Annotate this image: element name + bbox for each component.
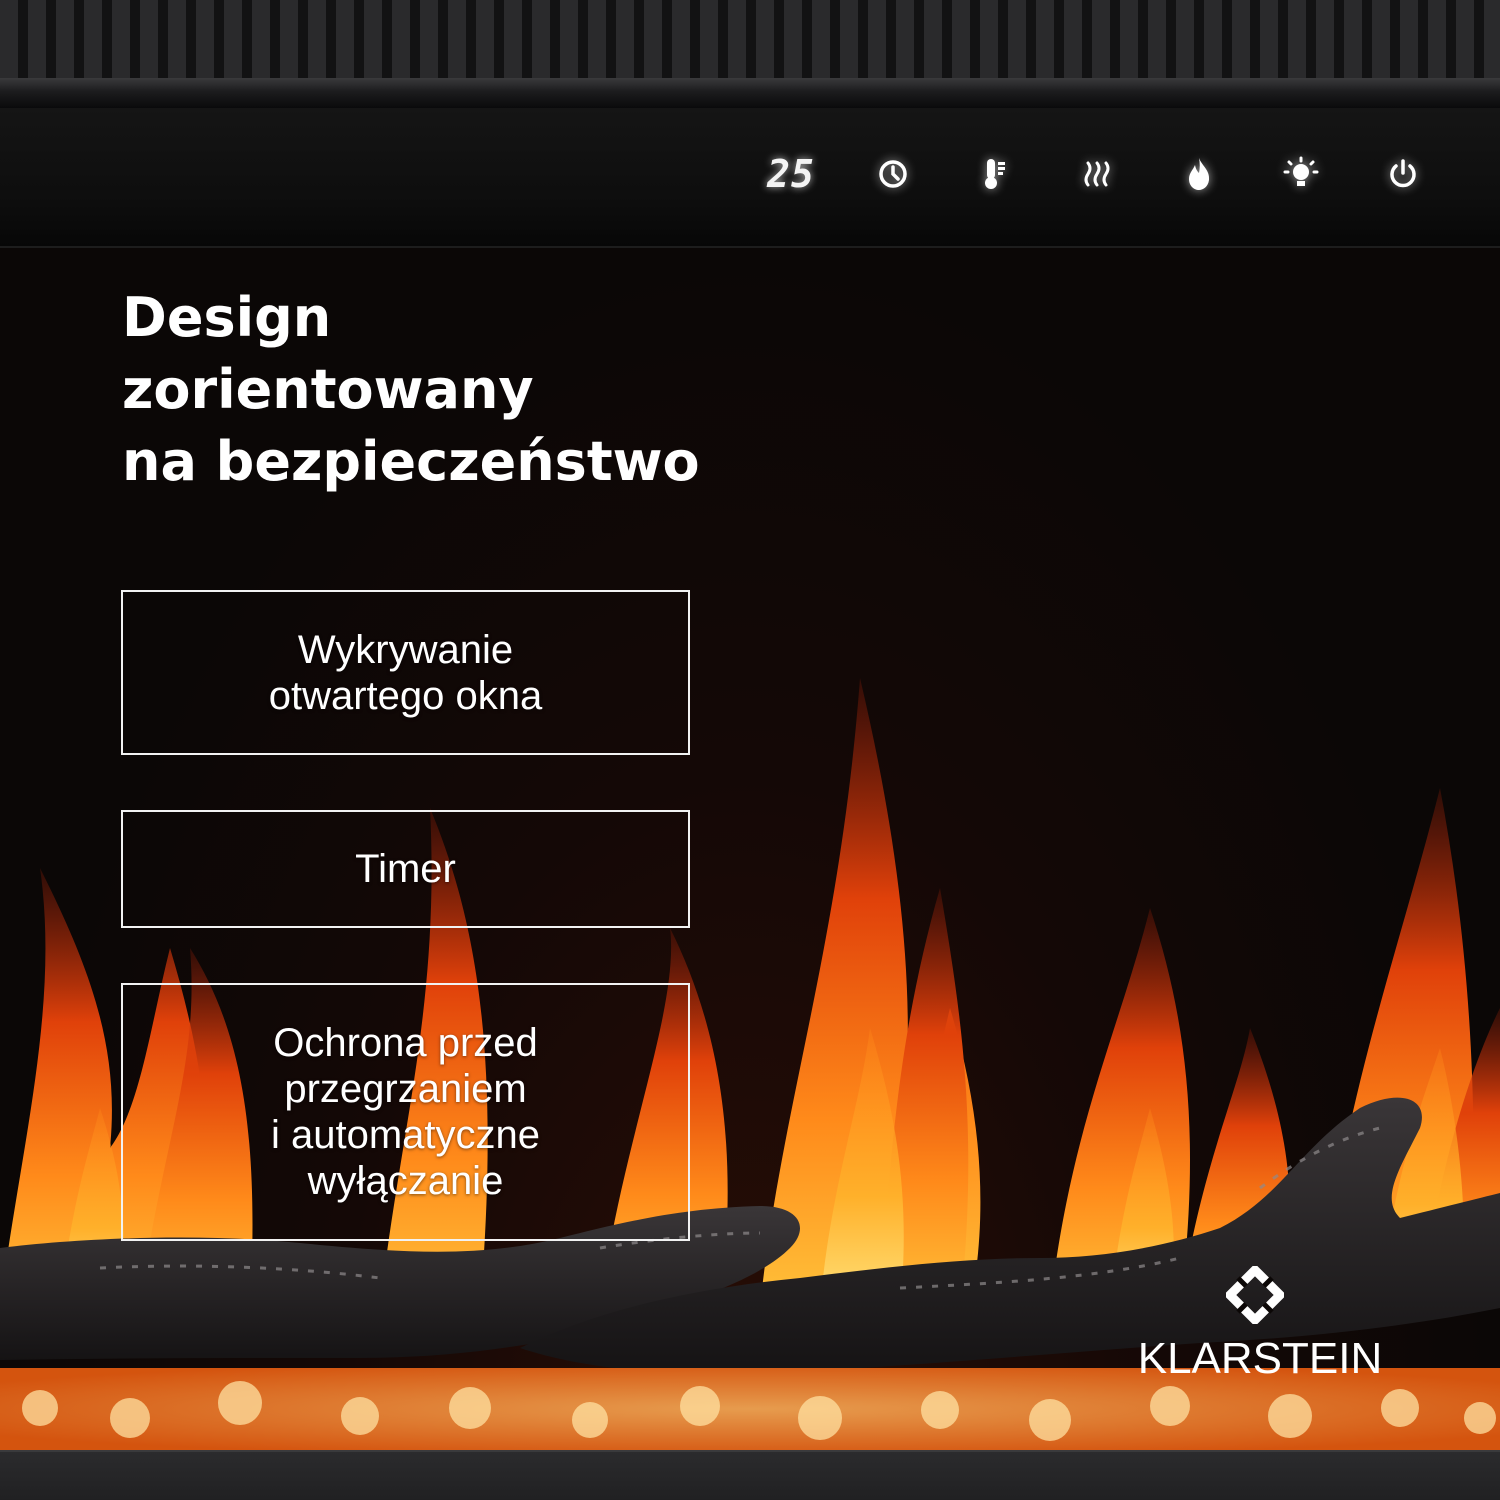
power-button[interactable] bbox=[1352, 157, 1454, 191]
brand-logo-icon bbox=[1226, 1266, 1284, 1324]
flame-button[interactable] bbox=[1148, 156, 1250, 192]
feature-text: przegrzaniem bbox=[284, 1067, 527, 1111]
base-frame bbox=[0, 1450, 1500, 1500]
feature-box-window-detection: Wykrywanie otwartego okna bbox=[121, 590, 690, 755]
timer-button[interactable] bbox=[842, 157, 944, 191]
feature-text: Timer bbox=[355, 847, 456, 891]
feature-text: wyłączanie bbox=[307, 1159, 504, 1203]
light-bulb-icon bbox=[1283, 156, 1319, 186]
feature-text: i automatyczne bbox=[270, 1113, 541, 1157]
display-value: 25 bbox=[767, 152, 815, 196]
fireplace-photo: 25 Design zorientowany na bezpieczeństwo… bbox=[0, 0, 1500, 1500]
light-button[interactable] bbox=[1250, 156, 1352, 192]
headline-line-1: Design bbox=[122, 286, 332, 349]
flame-icon bbox=[1189, 158, 1210, 190]
temperature-display: 25 bbox=[740, 152, 842, 196]
feature-text: Wykrywanie bbox=[297, 627, 514, 672]
temperature-button[interactable] bbox=[944, 155, 1046, 193]
feature-box-timer: Timer bbox=[121, 810, 690, 928]
thermometer-icon bbox=[985, 159, 1005, 189]
headline-line-3: na bezpieczeństwo bbox=[122, 430, 700, 493]
power-icon bbox=[1390, 159, 1416, 188]
feature-box-overheat-protection: Ochrona przed przegrzaniem i automatyczn… bbox=[121, 983, 690, 1241]
control-buttons: 25 bbox=[740, 150, 1454, 198]
vent-grille bbox=[0, 0, 1500, 78]
headline: Design zorientowany na bezpieczeństwo bbox=[122, 282, 742, 498]
heat-button[interactable] bbox=[1046, 157, 1148, 191]
clock-icon bbox=[879, 160, 907, 188]
grille-rim bbox=[0, 78, 1500, 108]
heat-waves-icon bbox=[1084, 161, 1110, 187]
brand-name: KLARSTEIN bbox=[1137, 1334, 1383, 1383]
feature-text: otwartego okna bbox=[268, 673, 543, 718]
feature-text: Ochrona przed bbox=[273, 1021, 538, 1065]
headline-line-2: zorientowany bbox=[122, 358, 534, 421]
